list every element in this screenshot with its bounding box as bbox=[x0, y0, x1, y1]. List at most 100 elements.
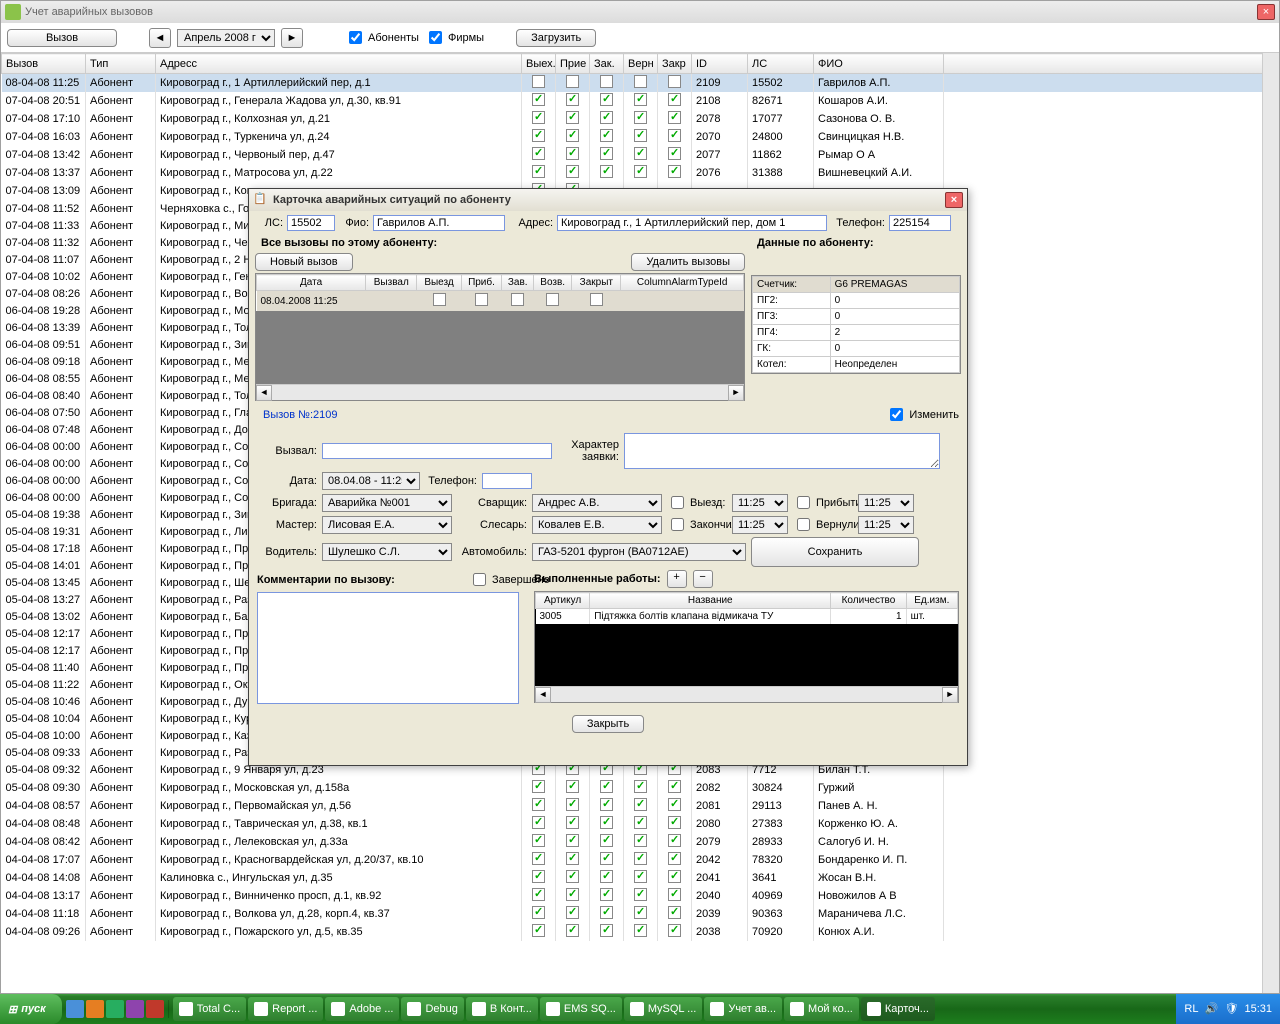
abonents-checkbox[interactable]: Абоненты bbox=[345, 28, 419, 47]
pribytie-checkbox[interactable]: Прибытие: bbox=[793, 493, 853, 512]
quick-launch bbox=[62, 1000, 169, 1018]
lang-indicator[interactable]: RL bbox=[1184, 1003, 1198, 1015]
taskbar-button[interactable]: В Конт... bbox=[466, 997, 538, 1021]
addr-input[interactable] bbox=[557, 215, 827, 231]
new-call-button[interactable]: Новый вызов bbox=[255, 253, 353, 271]
done-checkbox[interactable]: Завершено bbox=[469, 570, 529, 589]
works-row[interactable]: 3005 Підтяжка болтів клапана відмикача Т… bbox=[536, 609, 958, 625]
next-month-button[interactable]: ► bbox=[281, 28, 303, 48]
svarshik-select[interactable]: Андрес А.В. bbox=[532, 494, 662, 512]
column-header[interactable]: ФИО bbox=[814, 54, 944, 74]
comment-textarea[interactable] bbox=[257, 592, 519, 704]
vern-time[interactable]: 11:25 bbox=[858, 516, 914, 534]
calls-inner-grid[interactable]: ДатаВызвалВыездПриб.Зав.Возв.ЗакрытColum… bbox=[255, 273, 745, 401]
column-header[interactable]: Прие bbox=[556, 54, 590, 74]
table-row[interactable]: 07-04-08 16:03АбонентКировоград г., Турк… bbox=[2, 128, 1279, 146]
table-row[interactable]: 07-04-08 13:42АбонентКировоград г., Черв… bbox=[2, 146, 1279, 164]
table-row[interactable]: 04-04-08 17:07АбонентКировоград г., Крас… bbox=[2, 851, 1279, 869]
taskbar-button[interactable]: Adobe ... bbox=[325, 997, 399, 1021]
vyezd-time[interactable]: 11:25 bbox=[732, 494, 788, 512]
tel-label: Телефон: bbox=[831, 217, 885, 229]
clock[interactable]: 15:31 bbox=[1244, 1003, 1272, 1015]
table-row[interactable]: 04-04-08 08:57АбонентКировоград г., Перв… bbox=[2, 797, 1279, 815]
vyezd-checkbox[interactable]: Выезд: bbox=[667, 493, 727, 512]
call-button[interactable]: Вызов bbox=[7, 29, 117, 47]
remove-work-button[interactable]: − bbox=[693, 570, 713, 588]
add-work-button[interactable]: + bbox=[667, 570, 687, 588]
tel2-input[interactable] bbox=[482, 473, 532, 489]
works-scrollbar[interactable]: ◄► bbox=[535, 686, 958, 702]
table-row[interactable]: 04-04-08 08:48АбонентКировоград г., Тавр… bbox=[2, 815, 1279, 833]
system-tray: RL 🔊 🛡 15:31 bbox=[1176, 994, 1280, 1024]
column-header[interactable]: Зак. bbox=[590, 54, 624, 74]
taskbar-button[interactable]: Мой ко... bbox=[784, 997, 859, 1021]
column-header[interactable]: ЛС bbox=[748, 54, 814, 74]
works-grid[interactable]: АртикулНазваниеКоличествоЕд.изм. 3005 Пі… bbox=[534, 591, 959, 703]
column-header[interactable]: Адресс bbox=[156, 54, 522, 74]
slesar-select[interactable]: Ковалев Е.В. bbox=[532, 516, 662, 534]
start-button[interactable]: ⊞ пуск bbox=[0, 994, 62, 1024]
taskbar-button[interactable]: Total C... bbox=[173, 997, 246, 1021]
table-row[interactable]: 04-04-08 11:18АбонентКировоград г., Волк… bbox=[2, 905, 1279, 923]
table-row[interactable]: 07-04-08 17:10АбонентКировоград г., Колх… bbox=[2, 110, 1279, 128]
ls-input[interactable] bbox=[287, 215, 335, 231]
vysval-input[interactable] bbox=[322, 443, 552, 459]
month-select[interactable]: Апрель 2008 г bbox=[177, 29, 275, 47]
close-button[interactable]: Закрыть bbox=[572, 715, 644, 733]
taskbar-button[interactable]: EMS SQ... bbox=[540, 997, 622, 1021]
data-label: Данные по абоненту: bbox=[751, 235, 961, 251]
master-select[interactable]: Лисовая Е.А. bbox=[322, 516, 452, 534]
taskbar-button[interactable]: Карточ... bbox=[861, 997, 935, 1021]
save-button[interactable]: Сохранить bbox=[751, 537, 919, 567]
ql-icon[interactable] bbox=[126, 1000, 144, 1018]
vertical-scrollbar[interactable] bbox=[1262, 53, 1279, 993]
fio-input[interactable] bbox=[373, 215, 505, 231]
taskbar-button[interactable]: Учет ав... bbox=[704, 997, 782, 1021]
modal-close-icon[interactable]: × bbox=[945, 192, 963, 208]
taskbar-button[interactable]: Debug bbox=[401, 997, 463, 1021]
column-header[interactable]: Выех. bbox=[522, 54, 556, 74]
vern-checkbox[interactable]: Вернулись: bbox=[793, 515, 853, 534]
tray-icon[interactable]: 🛡 bbox=[1224, 1002, 1238, 1016]
table-row[interactable]: 07-04-08 13:37АбонентКировоград г., Матр… bbox=[2, 164, 1279, 182]
voditel-select[interactable]: Шулешко С.Л. bbox=[322, 543, 452, 561]
table-row[interactable]: 04-04-08 13:17АбонентКировоград г., Винн… bbox=[2, 887, 1279, 905]
table-row[interactable]: 04-04-08 09:26АбонентКировоград г., Пожа… bbox=[2, 923, 1279, 941]
main-title: Учет аварийных вызовов bbox=[25, 6, 1257, 18]
pribytie-time[interactable]: 11:25 bbox=[858, 494, 914, 512]
call-link[interactable]: Вызов №:2109 bbox=[257, 407, 344, 423]
taskbar-button[interactable]: Report ... bbox=[248, 997, 323, 1021]
table-row[interactable]: 07-04-08 20:51АбонентКировоград г., Гене… bbox=[2, 92, 1279, 110]
prev-month-button[interactable]: ◄ bbox=[149, 28, 171, 48]
edit-checkbox[interactable]: Изменить bbox=[886, 405, 959, 424]
harakter-input[interactable] bbox=[624, 433, 940, 469]
taskbar-button[interactable]: MySQL ... bbox=[624, 997, 703, 1021]
column-header[interactable]: ID bbox=[692, 54, 748, 74]
delete-call-button[interactable]: Удалить вызовы bbox=[631, 253, 745, 271]
column-header[interactable]: Закр bbox=[658, 54, 692, 74]
table-row[interactable]: 04-04-08 08:42АбонентКировоград г., Леле… bbox=[2, 833, 1279, 851]
ql-icon[interactable] bbox=[146, 1000, 164, 1018]
close-icon[interactable]: × bbox=[1257, 4, 1275, 20]
zakon-time[interactable]: 11:25 bbox=[732, 516, 788, 534]
modal-title: Карточка аварийных ситуаций по абоненту bbox=[273, 194, 945, 206]
brigada-select[interactable]: Аварийка №001 bbox=[322, 494, 452, 512]
auto-select[interactable]: ГАЗ-5201 фургон (ВА0712АЕ) bbox=[532, 543, 746, 561]
tel-input[interactable] bbox=[889, 215, 951, 231]
date-select[interactable]: 08.04.08 - 11:25 bbox=[322, 472, 420, 490]
inner-scrollbar[interactable]: ◄► bbox=[256, 384, 744, 400]
tray-icon[interactable]: 🔊 bbox=[1204, 1002, 1218, 1016]
ql-icon[interactable] bbox=[66, 1000, 84, 1018]
ql-icon[interactable] bbox=[106, 1000, 124, 1018]
load-button[interactable]: Загрузить bbox=[516, 29, 596, 47]
firms-checkbox[interactable]: Фирмы bbox=[425, 28, 484, 47]
ql-icon[interactable] bbox=[86, 1000, 104, 1018]
column-header[interactable]: Верн bbox=[624, 54, 658, 74]
table-row[interactable]: 05-04-08 09:30АбонентКировоград г., Моск… bbox=[2, 779, 1279, 797]
column-header[interactable]: Тип bbox=[86, 54, 156, 74]
table-row[interactable]: 04-04-08 14:08АбонентКалиновка с., Ингул… bbox=[2, 869, 1279, 887]
table-row[interactable]: 08-04-08 11:25АбонентКировоград г., 1 Ар… bbox=[2, 74, 1279, 93]
column-header[interactable]: Вызов bbox=[2, 54, 86, 74]
inner-row[interactable]: 08.04.2008 11:25 bbox=[257, 291, 744, 312]
zakon-checkbox[interactable]: Закончили: bbox=[667, 515, 727, 534]
